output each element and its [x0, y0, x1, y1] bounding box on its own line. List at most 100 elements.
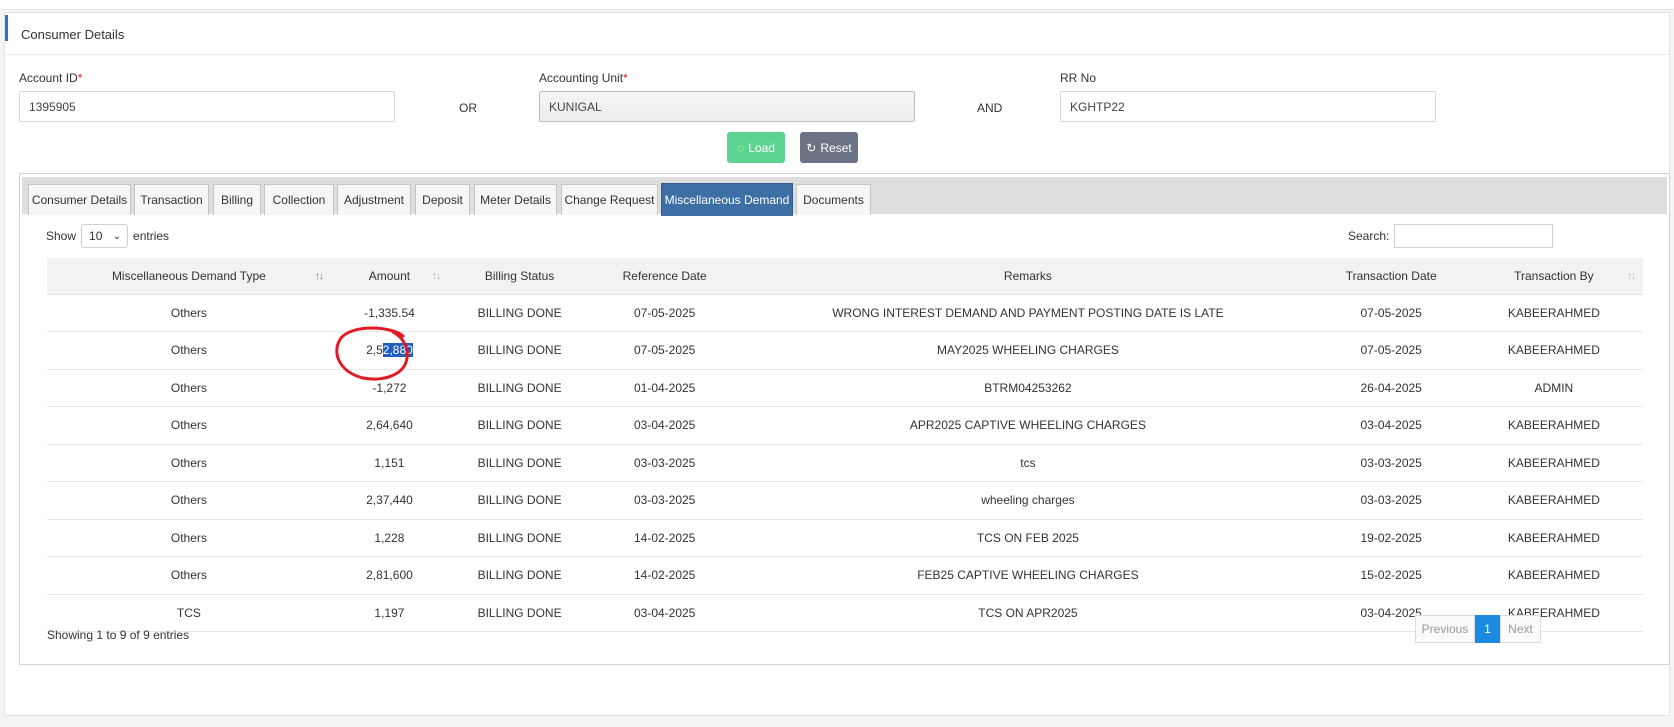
entries-select[interactable]: 10 ⌄	[81, 224, 129, 248]
table-cell: Others	[47, 444, 331, 482]
table-cell: FEB25 CAPTIVE WHEELING CHARGES	[738, 556, 1318, 595]
tab-billing[interactable]: Billing	[213, 184, 261, 215]
table-row: Others 2,81,600 BILLING DONE 14-02-2025 FEB2…	[47, 556, 1643, 595]
table-cell: 07-05-2025	[591, 294, 739, 332]
table-cell: TCS ON FEB 2025	[738, 519, 1318, 557]
search-input[interactable]	[1394, 224, 1554, 248]
table-cell: Others	[47, 369, 331, 407]
table-cell: ADMIN	[1464, 369, 1643, 407]
accounting-unit-label-text: Accounting Unit	[539, 71, 624, 85]
top-strip	[0, 0, 1674, 10]
tab-collection[interactable]: Collection	[264, 184, 334, 215]
header-label: Miscellaneous Demand Type	[111, 268, 266, 283]
table-cell: 01-04-2025	[591, 369, 739, 407]
amount-prefix: 2,5	[366, 343, 383, 358]
col-header-transaction-date[interactable]: Transaction Date	[1317, 258, 1465, 295]
table-cell: 07-05-2025	[1317, 294, 1465, 332]
tab-bar: Consumer Details Transaction Billing Col…	[22, 177, 1667, 216]
search-control: Search:	[1348, 224, 1554, 248]
table-row: Others -1,335.54 BILLING DONE 07-05-2025 WRO…	[47, 294, 1643, 332]
tab-miscellaneous-demand[interactable]: Miscellaneous Demand	[661, 183, 793, 216]
table-cell: BTRM04253262	[738, 369, 1318, 407]
misc-demand-table: Miscellaneous Demand Type ↑↓ Amount ↑↓ Bil…	[47, 258, 1643, 632]
header-label: Billing Status	[484, 268, 555, 283]
table-cell: 26-04-2025	[1317, 369, 1465, 407]
table-cell: BILLING DONE	[448, 294, 592, 332]
rr-no-input[interactable]	[1060, 91, 1436, 122]
tab-adjustment[interactable]: Adjustment	[337, 184, 411, 215]
table-cell: 03-04-2025	[1317, 406, 1465, 445]
show-entries-control: Show 10 ⌄ entries	[46, 224, 169, 248]
table-header-row: Miscellaneous Demand Type ↑↓ Amount ↑↓ Bil…	[47, 258, 1643, 295]
refresh-icon: ↻	[806, 140, 817, 155]
table-cell: TCS	[47, 594, 331, 632]
table-cell: tcs	[738, 444, 1318, 482]
search-label: Search:	[1348, 229, 1390, 243]
selected-text: 2,880	[382, 343, 413, 358]
table-cell: KABEERAHMED	[1464, 331, 1643, 370]
table-row: Others 1,228 BILLING DONE 14-02-2025 TCS ON …	[47, 519, 1643, 557]
table-cell: 03-03-2025	[1317, 444, 1465, 482]
tab-deposit[interactable]: Deposit	[415, 184, 470, 215]
tab-change-request[interactable]: Change Request	[561, 184, 658, 215]
col-header-demand-type[interactable]: Miscellaneous Demand Type ↑↓	[47, 258, 331, 295]
table-cell: 03-04-2025	[591, 594, 739, 632]
table-cell: KABEERAHMED	[1464, 294, 1643, 332]
table-row: Others -1,272 BILLING DONE 01-04-2025 BTRM04…	[47, 369, 1643, 407]
accounting-unit-label: Accounting Unit*	[539, 71, 628, 85]
next-page-button[interactable]: Next	[1500, 615, 1541, 643]
table-cell: Others	[47, 481, 331, 520]
col-header-billing-status[interactable]: Billing Status	[448, 258, 592, 295]
table-cell: KABEERAHMED	[1464, 556, 1643, 595]
table-row: Others 1,151 BILLING DONE 03-03-2025 tcs 03-0…	[47, 444, 1643, 482]
entries-label: entries	[133, 229, 170, 243]
table-cell: 2,37,440	[330, 481, 449, 520]
table-cell: KABEERAHMED	[1464, 481, 1643, 520]
account-id-label-text: Account ID	[19, 71, 78, 85]
table-cell: wheeling charges	[738, 481, 1318, 520]
account-id-input[interactable]	[19, 91, 395, 122]
table-cell: BILLING DONE	[448, 444, 592, 482]
accounting-unit-select[interactable]	[539, 91, 915, 122]
tab-documents[interactable]: Documents	[796, 184, 871, 215]
table-row: Others 2,64,640 BILLING DONE 03-04-2025 APR2…	[47, 406, 1643, 445]
required-mark: *	[623, 71, 628, 85]
table-row: Others 2,52,880 BILLING DONE 07-05-2025 MAY2…	[47, 331, 1643, 370]
table-cell: 19-02-2025	[1317, 519, 1465, 557]
header-accent-bar	[5, 15, 8, 41]
col-header-amount[interactable]: Amount ↑↓	[330, 258, 449, 295]
table-cell: -1,335.54	[330, 294, 449, 332]
table-cell: 14-02-2025	[591, 556, 739, 595]
or-separator: OR	[459, 101, 477, 115]
rr-no-label: RR No	[1060, 71, 1096, 85]
sort-asc-icon: ↑↓	[314, 271, 324, 282]
table-cell: KABEERAHMED	[1464, 406, 1643, 445]
spinner-icon: ◌	[737, 140, 745, 155]
table-cell: Others	[47, 519, 331, 557]
tab-consumer-details[interactable]: Consumer Details	[28, 184, 131, 215]
table-cell: 1,151	[330, 444, 449, 482]
table-cell: 07-05-2025	[1317, 331, 1465, 370]
table-cell: BILLING DONE	[448, 519, 592, 557]
reset-button[interactable]: ↻ Reset	[800, 132, 858, 163]
page-1-button[interactable]: 1	[1475, 615, 1500, 643]
tab-meter-details[interactable]: Meter Details	[474, 184, 557, 215]
tab-transaction[interactable]: Transaction	[134, 184, 209, 215]
table-cell: 1,197	[330, 594, 449, 632]
table-cell: 03-03-2025	[591, 481, 739, 520]
table-cell: Others	[47, 406, 331, 445]
header-label: Transaction Date	[1345, 268, 1437, 283]
col-header-reference-date[interactable]: Reference Date	[591, 258, 739, 295]
previous-page-button[interactable]: Previous	[1415, 615, 1475, 643]
col-header-transaction-by[interactable]: Transaction By ↑↓	[1464, 258, 1643, 295]
table-cell: 2,52,880	[330, 331, 449, 370]
sort-icon: ↑↓	[432, 271, 441, 282]
table-info: Showing 1 to 9 of 9 entries	[47, 628, 190, 642]
col-header-remarks[interactable]: Remarks	[738, 258, 1318, 295]
table-cell: TCS ON APR2025	[738, 594, 1318, 632]
load-button[interactable]: ◌ Load	[727, 132, 785, 163]
details-panel: Consumer Details Transaction Billing Col…	[19, 173, 1670, 665]
table-cell: KABEERAHMED	[1464, 444, 1643, 482]
account-id-label: Account ID*	[19, 71, 82, 85]
header-label: Amount	[368, 268, 411, 283]
